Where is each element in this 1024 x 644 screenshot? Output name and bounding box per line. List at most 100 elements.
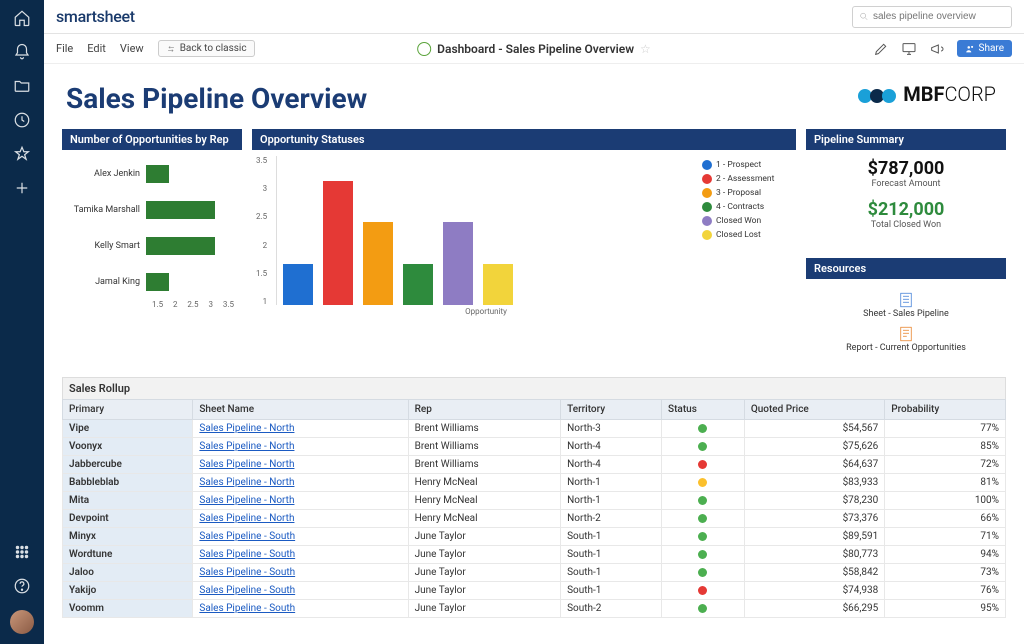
widget-statuses-header: Opportunity Statuses bbox=[252, 129, 796, 150]
cell-prob: 100% bbox=[885, 492, 1006, 510]
column-header[interactable]: Quoted Price bbox=[744, 400, 884, 420]
legend-item: Closed Won bbox=[702, 216, 792, 226]
cell-territory: North-1 bbox=[561, 492, 662, 510]
table-row[interactable]: BabbleblabSales Pipeline - NorthHenry Mc… bbox=[63, 474, 1006, 492]
resource-sheet-link[interactable]: Sheet - Sales Pipeline bbox=[810, 291, 1002, 319]
legend-item: 1 - Prospect bbox=[702, 160, 792, 170]
column-header[interactable]: Sheet Name bbox=[193, 400, 408, 420]
cell-prob: 94% bbox=[885, 546, 1006, 564]
apps-icon[interactable] bbox=[12, 542, 32, 562]
cell-prob: 72% bbox=[885, 456, 1006, 474]
bell-icon[interactable] bbox=[12, 42, 32, 62]
cell-sheet-link[interactable]: Sales Pipeline - South bbox=[193, 582, 408, 600]
cell-status bbox=[662, 456, 745, 474]
cell-sheet-link[interactable]: Sales Pipeline - North bbox=[193, 510, 408, 528]
cell-rep: June Taylor bbox=[408, 546, 561, 564]
cell-price: $75,626 bbox=[744, 438, 884, 456]
cell-price: $78,230 bbox=[744, 492, 884, 510]
table-row[interactable]: VoonyxSales Pipeline - NorthBrent Willia… bbox=[63, 438, 1006, 456]
menu-edit[interactable]: Edit bbox=[87, 42, 106, 55]
cell-sheet-link[interactable]: Sales Pipeline - South bbox=[193, 564, 408, 582]
statuses-chart: 3.532.521.51 Opportunity 1 - Prospect2 -… bbox=[252, 150, 796, 320]
column-header[interactable]: Status bbox=[662, 400, 745, 420]
back-to-classic-button[interactable]: Back to classic bbox=[158, 40, 255, 57]
search-box[interactable] bbox=[852, 6, 1012, 28]
clock-icon[interactable] bbox=[12, 110, 32, 130]
column-header[interactable]: Primary bbox=[63, 400, 193, 420]
swap-icon bbox=[166, 44, 176, 54]
cell-prob: 73% bbox=[885, 564, 1006, 582]
cell-price: $89,591 bbox=[744, 528, 884, 546]
cell-sheet-link[interactable]: Sales Pipeline - South bbox=[193, 528, 408, 546]
share-button[interactable]: Share bbox=[957, 40, 1012, 57]
column-header[interactable]: Probability bbox=[885, 400, 1006, 420]
cell-territory: North-4 bbox=[561, 438, 662, 456]
resource-report-link[interactable]: Report - Current Opportunities bbox=[810, 325, 1002, 353]
table-row[interactable]: DevpointSales Pipeline - NorthHenry McNe… bbox=[63, 510, 1006, 528]
cell-sheet-link[interactable]: Sales Pipeline - North bbox=[193, 420, 408, 438]
star-icon[interactable] bbox=[12, 144, 32, 164]
menu-view[interactable]: View bbox=[120, 42, 144, 55]
cell-sheet-link[interactable]: Sales Pipeline - South bbox=[193, 600, 408, 618]
cell-primary: Voonyx bbox=[63, 438, 193, 456]
cell-sheet-link[interactable]: Sales Pipeline - South bbox=[193, 546, 408, 564]
hbar-label: Jamal King bbox=[66, 277, 146, 287]
table-row[interactable]: YakijoSales Pipeline - SouthJune TaylorS… bbox=[63, 582, 1006, 600]
table-row[interactable]: WordtuneSales Pipeline - SouthJune Taylo… bbox=[63, 546, 1006, 564]
plus-icon[interactable] bbox=[12, 178, 32, 198]
cell-price: $83,933 bbox=[744, 474, 884, 492]
vbar bbox=[483, 264, 513, 305]
cell-status bbox=[662, 420, 745, 438]
cell-primary: Jaloo bbox=[63, 564, 193, 582]
table-row[interactable]: JabbercubeSales Pipeline - NorthBrent Wi… bbox=[63, 456, 1006, 474]
cell-territory: South-1 bbox=[561, 582, 662, 600]
vbar bbox=[403, 264, 433, 305]
cell-sheet-link[interactable]: Sales Pipeline - North bbox=[193, 456, 408, 474]
table-row[interactable]: JalooSales Pipeline - SouthJune TaylorSo… bbox=[63, 564, 1006, 582]
megaphone-icon[interactable] bbox=[929, 41, 945, 57]
edit-icon[interactable] bbox=[873, 41, 889, 57]
cell-prob: 81% bbox=[885, 474, 1006, 492]
help-icon[interactable] bbox=[12, 576, 32, 596]
topbar: smartsheet bbox=[44, 0, 1024, 34]
dashboard-icon bbox=[417, 42, 431, 56]
column-header[interactable]: Territory bbox=[561, 400, 662, 420]
cell-sheet-link[interactable]: Sales Pipeline - North bbox=[193, 438, 408, 456]
cell-status bbox=[662, 474, 745, 492]
avatar[interactable] bbox=[10, 610, 34, 634]
cell-sheet-link[interactable]: Sales Pipeline - North bbox=[193, 474, 408, 492]
legend-item: Closed Lost bbox=[702, 230, 792, 240]
search-icon bbox=[859, 11, 869, 22]
cell-rep: June Taylor bbox=[408, 582, 561, 600]
table-row[interactable]: VoommSales Pipeline - SouthJune TaylorSo… bbox=[63, 600, 1006, 618]
cell-sheet-link[interactable]: Sales Pipeline - North bbox=[193, 492, 408, 510]
table-row[interactable]: VipeSales Pipeline - NorthBrent Williams… bbox=[63, 420, 1006, 438]
widget-statuses: Opportunity Statuses 3.532.521.51 Opport… bbox=[252, 129, 796, 363]
folder-icon[interactable] bbox=[12, 76, 32, 96]
present-icon[interactable] bbox=[901, 41, 917, 57]
rollup-table: PrimarySheet NameRepTerritoryStatusQuote… bbox=[62, 399, 1006, 618]
cell-territory: South-1 bbox=[561, 564, 662, 582]
legend-item: 4 - Contracts bbox=[702, 202, 792, 212]
hbar-fill bbox=[146, 165, 169, 183]
cell-prob: 76% bbox=[885, 582, 1006, 600]
column-header[interactable]: Rep bbox=[408, 400, 561, 420]
cell-territory: North-2 bbox=[561, 510, 662, 528]
table-row[interactable]: MitaSales Pipeline - NorthHenry McNealNo… bbox=[63, 492, 1006, 510]
dashboard-body: MBFCORP Sales Pipeline Overview Number o… bbox=[44, 64, 1024, 644]
table-row[interactable]: MinyxSales Pipeline - SouthJune TaylorSo… bbox=[63, 528, 1006, 546]
cell-status bbox=[662, 564, 745, 582]
hbar-fill bbox=[146, 273, 169, 291]
widget-resources: Resources Sheet - Sales Pipeline Report … bbox=[806, 258, 1006, 363]
cell-territory: South-1 bbox=[561, 528, 662, 546]
cell-primary: Voomm bbox=[63, 600, 193, 618]
hbar-fill bbox=[146, 237, 215, 255]
search-input[interactable] bbox=[873, 11, 1005, 22]
cell-rep: Brent Williams bbox=[408, 438, 561, 456]
hbar-label: Tamika Marshall bbox=[66, 205, 146, 215]
favorite-star-icon[interactable]: ☆ bbox=[640, 42, 651, 56]
hbar-label: Kelly Smart bbox=[66, 241, 146, 251]
home-icon[interactable] bbox=[12, 8, 32, 28]
menu-file[interactable]: File bbox=[56, 42, 73, 55]
widget-reps: Number of Opportunities by Rep Alex Jenk… bbox=[62, 129, 242, 363]
